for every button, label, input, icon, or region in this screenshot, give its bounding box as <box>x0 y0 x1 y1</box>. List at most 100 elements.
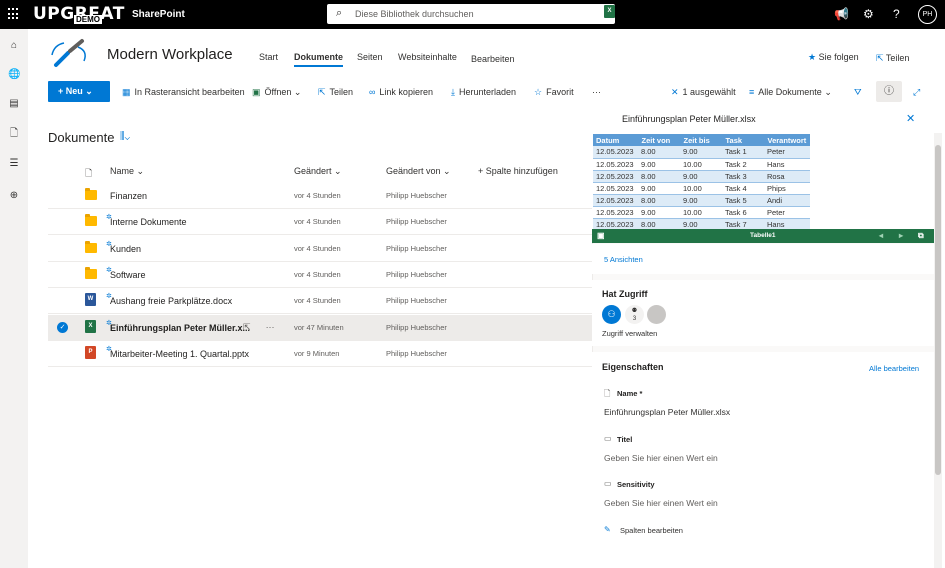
preview-cell: 9.00 <box>638 182 680 195</box>
name-value[interactable]: Einführungsplan Peter Müller.xlsx <box>604 407 730 417</box>
nav-seiten[interactable]: Seiten <box>357 52 383 62</box>
table-row[interactable]: ✲ Software vor 4 Stunden Philipp Huebsch… <box>48 262 592 288</box>
file-name[interactable]: Finanzen <box>110 191 147 201</box>
download-button[interactable]: ⤓ Herunterladen <box>451 87 516 98</box>
close-pane-icon[interactable]: ✕ <box>906 112 915 125</box>
share-button[interactable]: ⇱ Teilen <box>318 87 353 98</box>
table-row-selected[interactable]: ✓ X ✲ Einführungsplan Peter Müller.x... … <box>48 315 592 341</box>
selected-checkmark-icon[interactable]: ✓ <box>57 322 68 333</box>
pane-scrollbar[interactable] <box>934 133 942 568</box>
user-avatar[interactable]: PH <box>918 5 937 24</box>
next-sheet-icon[interactable]: ▸ <box>899 231 903 240</box>
column-modified[interactable]: Geändert ⌄ <box>294 166 342 177</box>
file-name[interactable]: Interne Dokumente <box>110 217 187 227</box>
library-view-icon[interactable]: ⫼⌄ <box>120 131 130 142</box>
site-title[interactable]: Modern Workplace <box>107 46 233 63</box>
nav-bearbeiten[interactable]: Bearbeiten <box>471 54 515 64</box>
sensitivity-value[interactable]: Geben Sie hier einen Wert ein <box>604 498 718 508</box>
excel-icon: ▣ <box>597 231 605 240</box>
column-name[interactable]: Name ⌄ <box>110 166 144 177</box>
grid-edit-button[interactable]: ▦ In Rasteransicht bearbeiten <box>122 87 245 98</box>
news-icon[interactable]: ▤ <box>8 98 20 110</box>
preview-cell: 10.00 <box>680 182 722 195</box>
nav-start[interactable]: Start <box>259 52 278 62</box>
more-actions-icon[interactable]: ··· <box>266 322 275 332</box>
share-icon[interactable]: ⇱ <box>243 322 251 332</box>
home-icon[interactable]: ⌂ <box>8 40 20 52</box>
library-title[interactable]: Dokumente <box>48 130 114 145</box>
sharepoint-app-link[interactable]: SharePoint <box>132 9 185 20</box>
add-column-button[interactable]: + Spalte hinzufügen <box>478 166 558 176</box>
file-name[interactable]: Software <box>110 270 146 280</box>
edit-all-link[interactable]: Alle bearbeiten <box>869 364 919 373</box>
clear-selection-button[interactable]: ✕ 1 ausgewählt <box>671 87 736 98</box>
help-icon[interactable]: ? <box>893 7 900 21</box>
info-pane-button[interactable]: ⓘ <box>876 81 902 102</box>
create-icon[interactable]: ⊕ <box>8 190 20 202</box>
megaphone-icon[interactable]: 📢 <box>834 7 849 21</box>
views-link[interactable]: 5 Ansichten <box>604 255 643 264</box>
new-button[interactable]: + Neu ⌄ <box>48 81 110 102</box>
modified-date: vor 4 Stunden <box>294 191 341 200</box>
table-row[interactable]: P ✲ Mitarbeiter-Meeting 1. Quartal.pptx … <box>48 341 592 367</box>
file-type-column-icon[interactable]: 🗋 <box>85 166 92 182</box>
expand-icon[interactable]: ⤢ <box>913 87 920 98</box>
link-icon: ∞ <box>369 87 376 97</box>
table-row[interactable]: Finanzen vor 4 Stunden Philipp Huebscher <box>48 183 592 209</box>
file-name[interactable]: Mitarbeiter-Meeting 1. Quartal.pptx <box>110 349 249 359</box>
preview-row: 12.05.2023 8.00 9.00 Task 1 Peter <box>593 146 810 159</box>
edit-columns-link[interactable]: Spalten bearbeiten <box>620 526 683 535</box>
folder-icon <box>85 214 97 226</box>
site-share-button[interactable]: ⇱ Teilen <box>876 53 909 64</box>
title-value[interactable]: Geben Sie hier einen Wert ein <box>604 453 718 463</box>
group-count-badge[interactable]: ⚉ 3 <box>625 305 644 324</box>
prev-sheet-icon[interactable]: ◂ <box>879 231 883 240</box>
globe-icon[interactable]: 🌐 <box>8 69 20 81</box>
info-icon: ⓘ <box>884 86 894 97</box>
user-avatar[interactable] <box>647 305 666 324</box>
files-icon[interactable]: 🗋 <box>8 128 20 140</box>
nav-websiteinhalte[interactable]: Websiteinhalte <box>398 52 457 62</box>
filter-icon[interactable]: ⛛ <box>854 87 862 98</box>
app-launcher-icon[interactable] <box>8 8 20 20</box>
lists-icon[interactable]: ☰ <box>8 158 20 170</box>
search-box[interactable]: ⌕ Diese Bibliothek durchsuchen <box>327 4 615 24</box>
brand-demo-badge: DEMO <box>74 15 102 24</box>
gear-icon[interactable]: ⚙ <box>863 7 874 21</box>
site-logo-icon[interactable] <box>48 37 94 71</box>
close-icon: ✕ <box>671 87 679 97</box>
preview-cell: 12.05.2023 <box>593 146 638 159</box>
favorite-button[interactable]: ☆ Favorit <box>534 87 574 98</box>
share-icon: ⇱ <box>318 87 326 97</box>
column-modified-by[interactable]: Geändert von ⌄ <box>386 166 451 177</box>
copy-link-button[interactable]: ∞ Link kopieren <box>369 87 433 97</box>
preview-cell: Task 5 <box>722 194 764 207</box>
fullscreen-icon[interactable]: ⧉ <box>918 231 924 241</box>
nav-dokumente[interactable]: Dokumente <box>294 52 344 67</box>
sheet-tab[interactable]: Tabelle1 <box>750 232 776 239</box>
table-row[interactable]: W ✲ Aushang freie Parkplätze.docx vor 4 … <box>48 288 592 314</box>
preview-header-cell: Zeit von <box>638 134 681 146</box>
preview-cell: Task 2 <box>722 158 764 171</box>
manage-access-link[interactable]: Zugriff verwalten <box>602 329 657 338</box>
file-name[interactable]: Aushang freie Parkplätze.docx <box>110 296 232 306</box>
preview-cell: 8.00 <box>638 146 680 159</box>
pane-scrollbar-thumb[interactable] <box>935 145 941 475</box>
table-row[interactable]: ✲ Interne Dokumente vor 4 Stunden Philip… <box>48 209 592 235</box>
site-share-label: Teilen <box>885 53 910 63</box>
open-button[interactable]: ▣ Öffnen ⌄ <box>252 87 301 98</box>
preview-cell: 12.05.2023 <box>593 170 638 183</box>
view-switcher[interactable]: ≡ Alle Dokumente ⌄ <box>749 87 832 98</box>
file-name[interactable]: Kunden <box>110 244 141 254</box>
follow-button[interactable]: ★ Sie folgen <box>808 52 859 63</box>
excel-sheet-bar: ▣ Tabelle1 ◂ ▸ ⧉ <box>592 229 934 243</box>
add-column-label: Spalte hinzufügen <box>485 166 558 176</box>
preview-cell: 9.00 <box>638 158 680 171</box>
file-name[interactable]: Einführungsplan Peter Müller.x... <box>110 323 250 333</box>
shared-link-icon[interactable]: ⚇ <box>602 305 621 324</box>
modified-date: vor 9 Minuten <box>294 349 340 358</box>
preview-header-cell: Task <box>722 134 765 146</box>
table-row[interactable]: ✲ Kunden vor 4 Stunden Philipp Huebscher <box>48 236 592 262</box>
modified-by: Philipp Huebscher <box>386 296 447 305</box>
more-commands-button[interactable]: ··· <box>592 87 601 97</box>
